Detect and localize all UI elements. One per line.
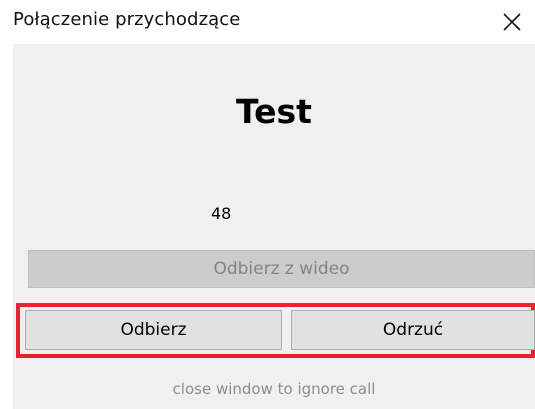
call-panel: Test 48 Odbierz z wideo Odbierz Odrzuć c…	[13, 44, 535, 409]
answer-with-video-button[interactable]: Odbierz z wideo	[28, 250, 535, 288]
answer-button[interactable]: Odbierz	[25, 310, 282, 350]
title-bar: Połączenie przychodzące	[0, 0, 535, 44]
close-icon	[503, 13, 521, 31]
caller-name: Test	[236, 92, 312, 131]
call-counter: 48	[211, 204, 232, 223]
incoming-call-window: Połączenie przychodzące Test 48 Odbierz …	[0, 0, 535, 409]
close-button[interactable]	[489, 0, 535, 44]
window-title: Połączenie przychodzące	[13, 9, 241, 30]
reject-button[interactable]: Odrzuć	[291, 310, 535, 350]
ignore-call-hint: close window to ignore call	[172, 380, 376, 398]
